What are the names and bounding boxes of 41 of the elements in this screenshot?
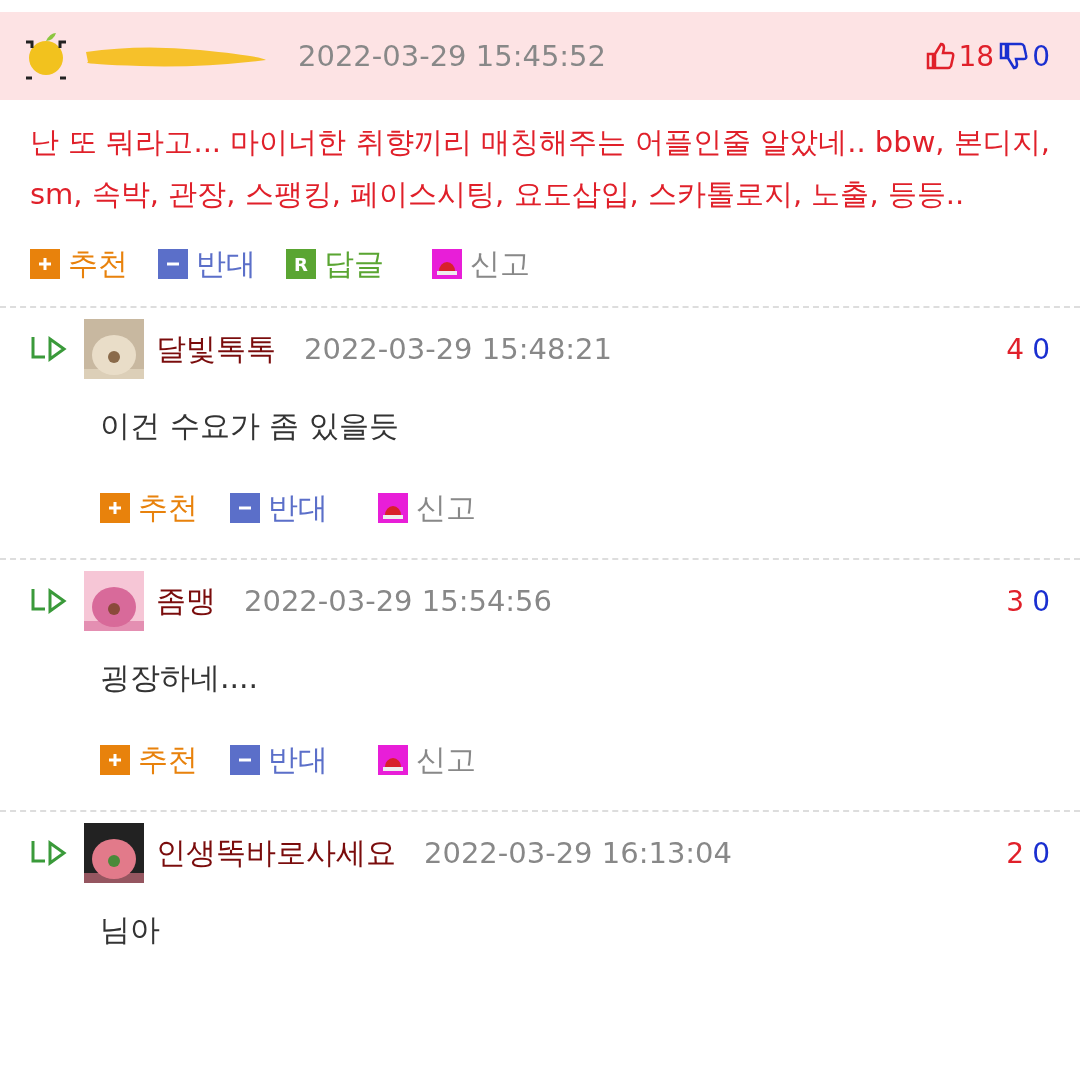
- reply-button[interactable]: R 답글: [286, 243, 384, 285]
- reply-text: 이건 수요가 좀 있을듯: [99, 407, 400, 445]
- timestamp: 2022-03-29 16:13:04: [424, 836, 732, 870]
- oppose-button[interactable]: 반대: [230, 487, 328, 529]
- dislike-count: 0: [1032, 39, 1050, 73]
- like-count: 2: [1006, 836, 1025, 870]
- report-button[interactable]: 신고: [378, 487, 476, 529]
- plus-icon: [100, 493, 130, 523]
- report-button[interactable]: 신고: [378, 739, 476, 781]
- recommend-button[interactable]: 추천: [30, 243, 128, 285]
- minus-icon: [158, 249, 188, 279]
- comment-text: 난 또 뭐라고... 마이너한 취향끼리 매칭해주는 어플인줄 알았네.. bbw, 본디지, sm, 속박, 관장, 스팽킹, 페이스시팅, 요도삽입, 스카톨로지, 노출, 등등..: [29, 124, 1052, 213]
- siren-icon: [378, 493, 408, 523]
- thumbs-up-icon[interactable]: [924, 41, 955, 71]
- timestamp: 2022-03-29 15:54:56: [244, 584, 552, 618]
- siren-icon: [432, 249, 462, 279]
- plus-icon: [30, 249, 60, 279]
- oppose-button[interactable]: 반대: [230, 739, 328, 781]
- dislike-count: 0: [1032, 836, 1050, 870]
- like-count: 3: [1006, 584, 1025, 618]
- timestamp: 2022-03-29 15:48:21: [304, 332, 612, 366]
- oppose-button[interactable]: 반대: [158, 243, 256, 285]
- like-count: 18: [958, 39, 995, 73]
- reply-badge-icon: R: [286, 249, 316, 279]
- author-name: 달빛톡톡: [156, 329, 276, 368]
- dislike-count: 0: [1032, 584, 1050, 618]
- minus-icon: [230, 745, 260, 775]
- reply-text: 굉장하네....: [99, 659, 260, 697]
- minus-icon: [230, 493, 260, 523]
- thumbs-down-icon[interactable]: [998, 41, 1029, 71]
- reply-text: 님아: [99, 911, 161, 949]
- siren-icon: [378, 745, 408, 775]
- author-name: 좀맹: [156, 581, 216, 620]
- dislike-count: 0: [1032, 332, 1050, 366]
- like-count: 4: [1006, 332, 1025, 366]
- recommend-button[interactable]: 추천: [100, 487, 198, 529]
- plus-icon: [100, 745, 130, 775]
- recommend-button[interactable]: 추천: [100, 739, 198, 781]
- report-button[interactable]: 신고: [432, 243, 530, 285]
- author-name: 인생똑바로사세요: [156, 833, 396, 872]
- timestamp: 2022-03-29 15:45:52: [298, 39, 606, 73]
